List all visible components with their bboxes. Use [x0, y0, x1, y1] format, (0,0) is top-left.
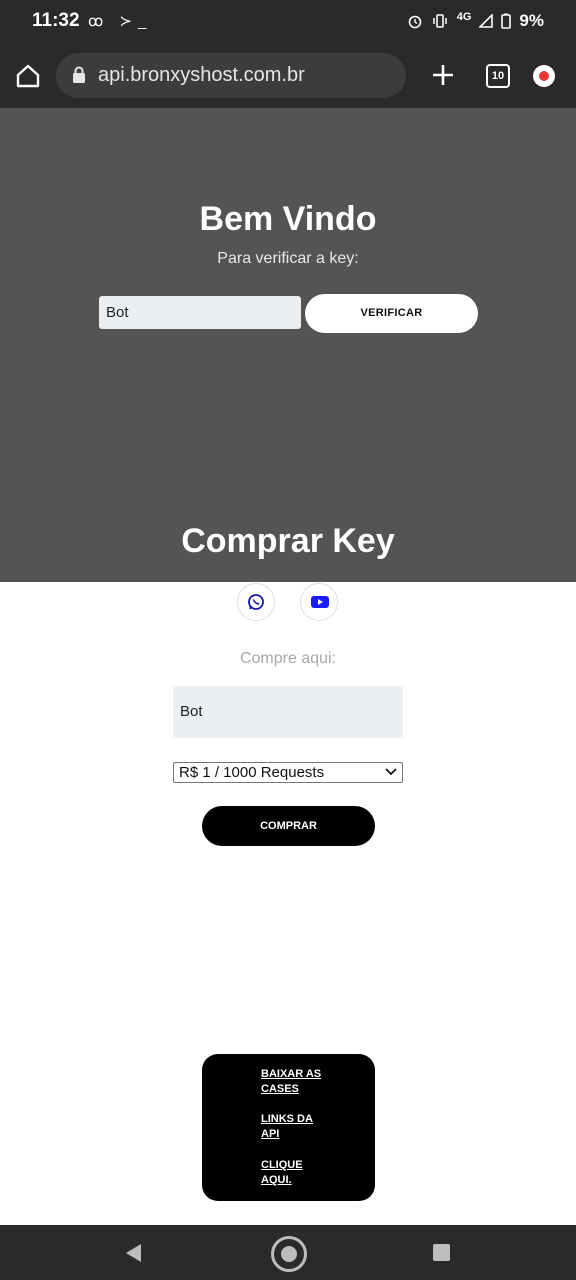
key-input[interactable]: Bot — [99, 296, 301, 329]
plan-select-value: R$ 1 / 1000 Requests — [179, 764, 325, 781]
plan-select[interactable]: R$ 1 / 1000 Requests — [173, 762, 403, 783]
page-title: Bem Vindo — [199, 200, 377, 238]
hero-section: Bem Vindo Para verificar a key: Bot VERI… — [0, 108, 576, 582]
network-type: 4G — [456, 11, 472, 23]
new-tab-icon[interactable] — [430, 62, 456, 88]
buy-key-input[interactable]: Bot — [173, 686, 403, 738]
recent-apps-icon[interactable] — [433, 1244, 450, 1261]
system-nav-bar — [0, 1225, 576, 1280]
buy-key-title: Comprar Key — [181, 522, 395, 560]
whatsapp-icon — [248, 594, 264, 610]
battery-icon — [501, 13, 512, 29]
vibrate-icon — [432, 14, 447, 28]
alarm-icon — [408, 15, 422, 29]
home-nav-icon[interactable] — [271, 1236, 307, 1272]
links-box: BAIXAR AS CASES LINKS DA API CLIQUE AQUI… — [202, 1054, 375, 1201]
back-icon[interactable] — [124, 1243, 142, 1263]
download-cases-link[interactable]: BAIXAR AS CASES — [261, 1067, 331, 1097]
signal-icon — [479, 14, 494, 28]
status-right-icons: 4G 9% — [407, 11, 544, 31]
status-bar: 11:32 ꝏ ≻_ 4G 9% — [0, 0, 576, 44]
browser-toolbar: api.bronxyshost.com.br 10 — [0, 44, 576, 108]
youtube-button[interactable] — [300, 583, 338, 621]
status-time: 11:32 — [32, 10, 80, 31]
buy-button[interactable]: COMPRAR — [202, 806, 375, 846]
voicemail-terminal-icons: ꝏ ≻_ — [88, 13, 153, 30]
battery-percent: 9% — [519, 11, 544, 30]
address-bar[interactable]: api.bronxyshost.com.br — [56, 53, 406, 98]
youtube-icon — [311, 596, 329, 608]
verify-instructions: Para verificar a key: — [217, 250, 359, 267]
tab-switcher-button[interactable]: 10 — [486, 64, 510, 88]
url-text: api.bronxyshost.com.br — [98, 64, 305, 86]
whatsapp-button[interactable] — [237, 583, 275, 621]
click-here-link[interactable]: CLIQUE AQUI. — [261, 1158, 331, 1188]
buy-label: Compre aqui: — [239, 650, 337, 667]
home-icon[interactable] — [14, 62, 42, 90]
extension-icon[interactable] — [533, 65, 555, 87]
lock-icon — [73, 66, 85, 83]
chevron-down-icon — [385, 768, 397, 776]
verify-button[interactable]: VERIFICAR — [305, 294, 478, 333]
api-links-link[interactable]: LINKS DA API — [261, 1112, 331, 1142]
